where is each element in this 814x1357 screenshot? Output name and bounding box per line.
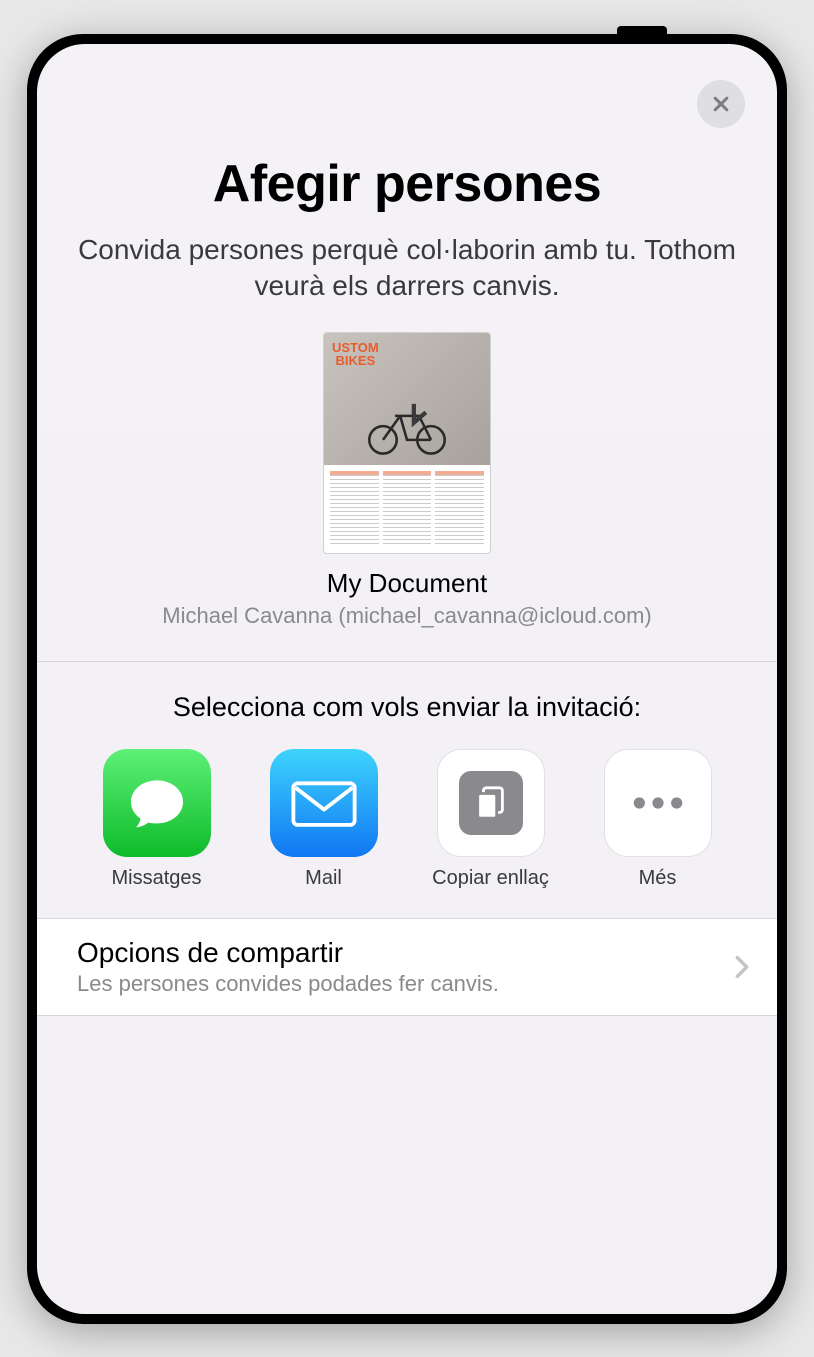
share-method-mail[interactable]: Mail [244,749,403,890]
device-frame: Afegir persones Convida persones perquè … [27,34,787,1324]
more-icon [604,749,712,857]
share-method-more[interactable]: Més [578,749,737,890]
share-method-copy-link[interactable]: Copiar enllaç [411,749,570,890]
header-section: Afegir persones Convida persones perquè … [37,44,777,630]
messages-icon [103,749,211,857]
share-label: Missatges [111,867,201,890]
share-method-messages[interactable]: Missatges [77,749,236,890]
share-methods-grid: Missatges Mail [77,749,737,890]
share-label: Copiar enllaç [432,867,549,890]
chevron-right-icon [735,955,749,979]
mail-icon [270,749,378,857]
share-options-title: Opcions de compartir [77,937,735,969]
share-prompt: Selecciona com vols enviar la invitació: [77,692,737,723]
share-label: Més [639,867,677,890]
share-methods-section: Selecciona com vols enviar la invitació:… [37,662,777,918]
share-label: Mail [305,867,342,890]
page-subtitle: Convida persones perquè col·laborin amb … [77,232,737,305]
document-owner: Michael Cavanna (michael_cavanna@icloud.… [77,603,737,629]
share-options-subtitle: Les persones convides podades fer canvis… [77,971,735,997]
bicycle-icon [362,397,452,457]
close-button[interactable] [697,80,745,128]
copy-link-icon [437,749,545,857]
document-thumbnail: USTOM BIKES [323,332,491,554]
close-icon [711,94,731,114]
page-title: Afegir persones [77,154,737,214]
document-name: My Document [77,568,737,599]
share-options-row[interactable]: Opcions de compartir Les persones convid… [37,918,777,1016]
thumbnail-heading: USTOM BIKES [332,341,379,367]
share-sheet: Afegir persones Convida persones perquè … [37,44,777,1314]
